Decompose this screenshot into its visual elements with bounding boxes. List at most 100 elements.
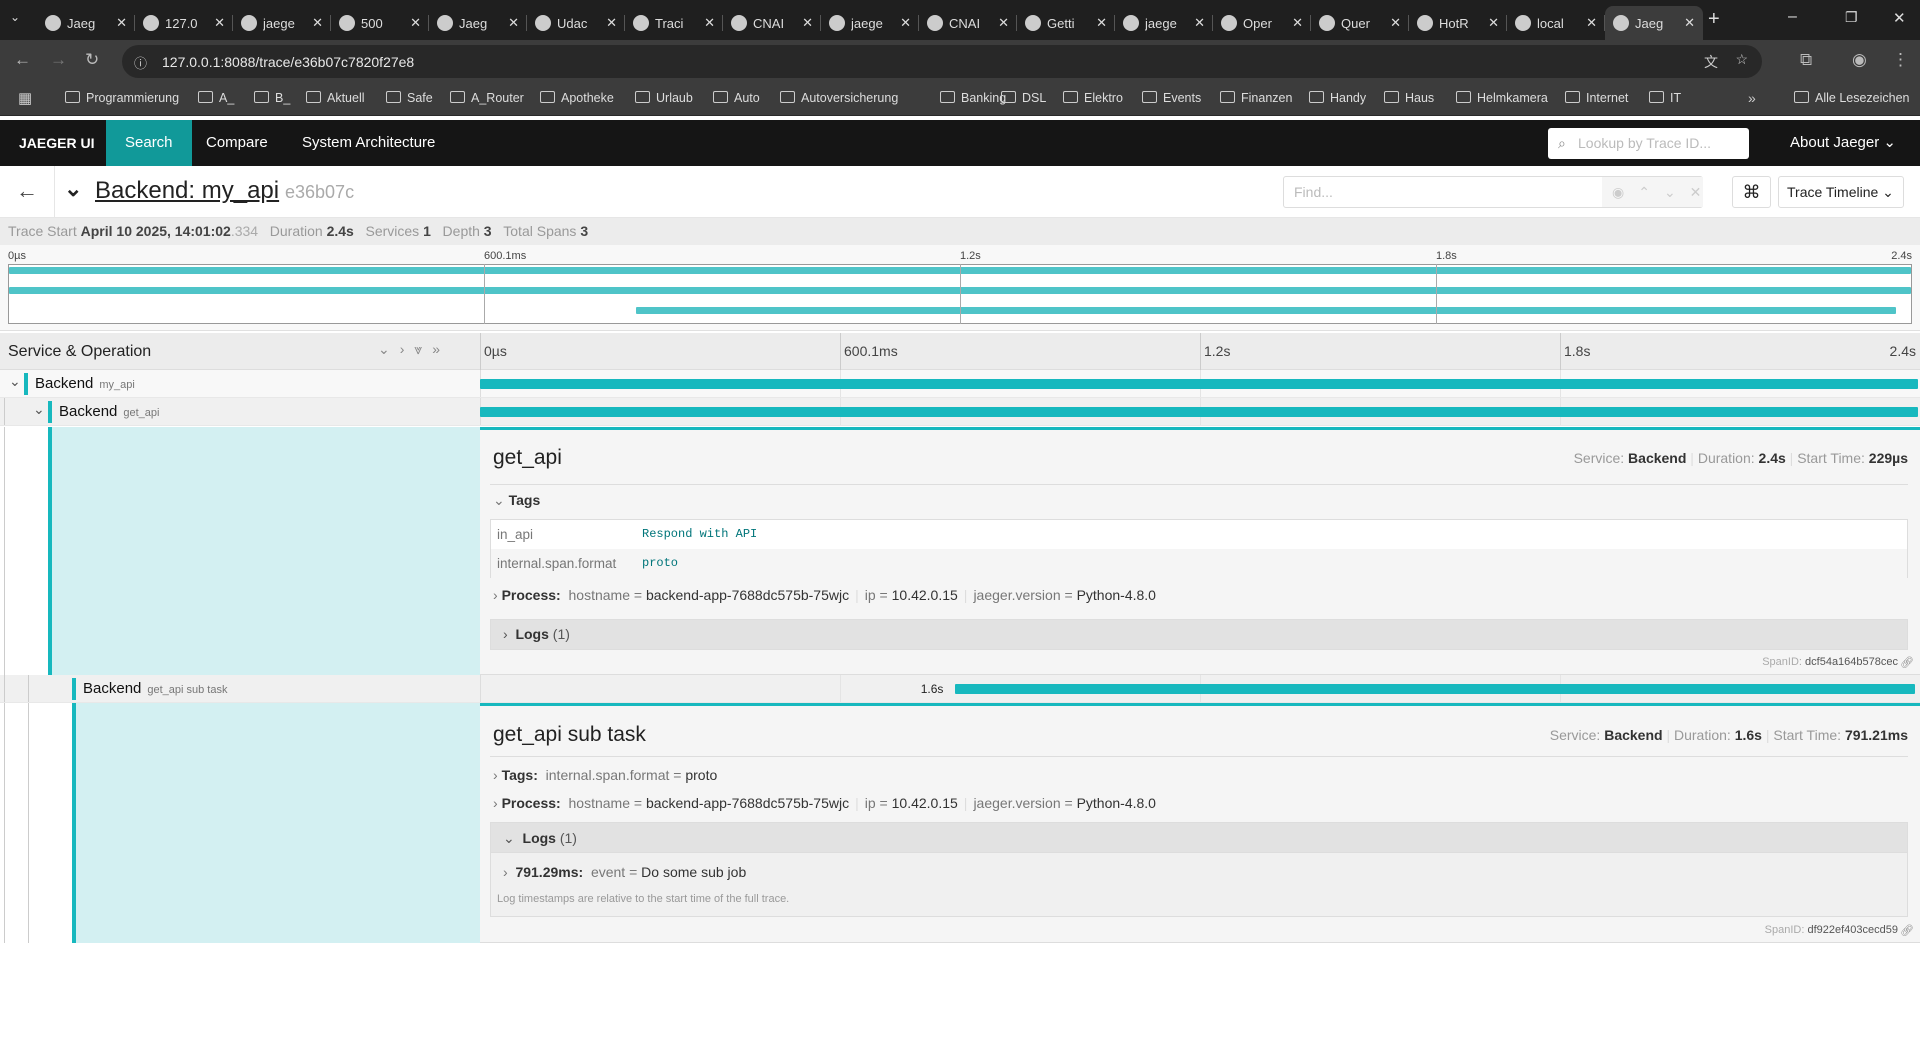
browser-tab[interactable]: HotR ✕ (1409, 6, 1507, 40)
browser-tab[interactable]: Oper ✕ (1213, 6, 1311, 40)
apps-icon[interactable]: ▦ (18, 89, 32, 107)
browser-tab[interactable]: jaege ✕ (233, 6, 331, 40)
browser-tab[interactable]: Getti ✕ (1017, 6, 1115, 40)
span-row[interactable]: ⌄ Backend get_api (0, 398, 1920, 426)
browser-tab[interactable]: CNAI ✕ (723, 6, 821, 40)
log-entry[interactable]: › 791.29ms: event = Do some sub job (503, 864, 746, 880)
extensions-icon[interactable]: ⧉ (1800, 50, 1812, 70)
logs-toggle[interactable]: › Logs (1) (490, 619, 1908, 650)
bookmark-star-icon[interactable]: ☆ (1735, 51, 1748, 68)
browser-tab[interactable]: jaege ✕ (821, 6, 919, 40)
nav-compare[interactable]: Compare (187, 120, 287, 166)
close-tab-icon[interactable]: ✕ (1684, 15, 1695, 31)
find-controls[interactable]: ◉⌃⌄✕ (1602, 177, 1703, 207)
browser-tab[interactable]: Traci ✕ (625, 6, 723, 40)
bookmark-folder[interactable]: A_Router (450, 91, 524, 105)
more-bookmarks-icon[interactable]: » (1748, 90, 1756, 106)
bookmark-folder[interactable]: Aktuell (306, 91, 365, 105)
bookmark-folder[interactable]: Internet (1565, 91, 1628, 105)
browser-tab[interactable]: Quer ✕ (1311, 6, 1409, 40)
trace-minimap[interactable]: 0µs 600.1ms 1.2s 1.8s 2.4s (0, 245, 1920, 331)
bookmark-folder[interactable]: DSL (1001, 91, 1046, 105)
browser-tab[interactable]: Jaeg ✕ (1605, 6, 1703, 40)
back-arrow-icon[interactable]: ← (16, 178, 38, 204)
url-input[interactable]: ⓘ 127.0.0.1:8088/trace/e36b07c7820f27e8 … (122, 45, 1762, 78)
span-row[interactable]: ⌄ Backend my_api (0, 370, 1920, 398)
menu-icon[interactable]: ⋮ (1892, 50, 1909, 70)
close-tab-icon[interactable]: ✕ (1194, 15, 1205, 31)
close-tab-icon[interactable]: ✕ (802, 15, 813, 31)
close-tab-icon[interactable]: ✕ (606, 15, 617, 31)
tags-toggle[interactable]: ⌄ Tags (493, 492, 540, 509)
browser-tab[interactable]: local ✕ (1507, 6, 1605, 40)
site-info-icon[interactable]: ⓘ (134, 53, 147, 72)
reload-icon[interactable]: ↻ (85, 50, 99, 70)
link-icon[interactable]: 🔗︎ (1900, 656, 1914, 669)
about-jaeger-menu[interactable]: About Jaeger ⌄ (1771, 120, 1915, 166)
bookmark-folder[interactable]: Auto (713, 91, 760, 105)
span-bar[interactable] (480, 379, 1918, 389)
browser-tab[interactable]: 127.0 ✕ (135, 6, 233, 40)
expand-collapse-controls[interactable]: ⌄›⩔» (378, 341, 450, 358)
browser-tab[interactable]: Jaeg ✕ (37, 6, 135, 40)
browser-tab[interactable]: jaege ✕ (1115, 6, 1213, 40)
profile-icon[interactable]: ◉ (1852, 50, 1867, 70)
close-tab-icon[interactable]: ✕ (1096, 15, 1107, 31)
process-section[interactable]: › Process: hostname = backend-app-7688dc… (493, 795, 1156, 811)
collapse-chevron-icon[interactable]: ⌄ (64, 176, 82, 202)
close-tab-icon[interactable]: ✕ (508, 15, 519, 31)
bookmark-folder[interactable]: Events (1142, 91, 1201, 105)
all-bookmarks[interactable]: Alle Lesezeichen (1794, 91, 1910, 105)
span-toggle-chevron-icon[interactable]: ⌄ (9, 373, 21, 390)
nav-system-architecture[interactable]: System Architecture (283, 120, 454, 166)
bookmark-folder[interactable]: Elektro (1063, 91, 1123, 105)
bookmark-folder[interactable]: Haus (1384, 91, 1434, 105)
span-bar[interactable] (480, 407, 1918, 417)
bookmark-folder[interactable]: Programmierung (65, 91, 179, 105)
restore-button[interactable]: ❐ (1845, 9, 1858, 26)
nav-search[interactable]: Search (106, 120, 192, 166)
browser-tab[interactable]: CNAI ✕ (919, 6, 1017, 40)
span-name[interactable]: Backend get_api sub task (83, 680, 228, 697)
bookmark-folder[interactable]: Apotheke (540, 91, 614, 105)
process-section[interactable]: › Process: hostname = backend-app-7688dc… (493, 587, 1156, 603)
bookmark-folder[interactable]: Helmkamera (1456, 91, 1548, 105)
span-row[interactable]: Backend get_api sub task 1.6s (0, 675, 1920, 703)
close-tab-icon[interactable]: ✕ (214, 15, 225, 31)
trace-id-lookup-input[interactable]: ⌕ Lookup by Trace ID... (1548, 128, 1749, 159)
close-tab-icon[interactable]: ✕ (704, 15, 715, 31)
keyboard-shortcuts-button[interactable]: ⌘ (1732, 176, 1771, 208)
tab-search-button[interactable]: ⌄ (10, 10, 20, 24)
span-name[interactable]: Backend get_api (59, 403, 159, 420)
close-tab-icon[interactable]: ✕ (1488, 15, 1499, 31)
bookmark-folder[interactable]: Banking (940, 91, 1006, 105)
bookmark-folder[interactable]: Urlaub (635, 91, 693, 105)
bookmark-folder[interactable]: Handy (1309, 91, 1366, 105)
close-tab-icon[interactable]: ✕ (1292, 15, 1303, 31)
browser-tab[interactable]: 500 ✕ (331, 6, 429, 40)
bookmark-folder[interactable]: Finanzen (1220, 91, 1292, 105)
span-bar[interactable] (954, 684, 1915, 694)
back-icon[interactable]: ← (14, 50, 31, 70)
trace-title[interactable]: Backend: my_api (95, 177, 279, 205)
browser-tab[interactable]: Udac ✕ (527, 6, 625, 40)
close-tab-icon[interactable]: ✕ (1390, 15, 1401, 31)
close-tab-icon[interactable]: ✕ (312, 15, 323, 31)
close-tab-icon[interactable]: ✕ (998, 15, 1009, 31)
close-tab-icon[interactable]: ✕ (410, 15, 421, 31)
close-tab-icon[interactable]: ✕ (1586, 15, 1597, 31)
translate-icon[interactable]: 文 (1704, 52, 1718, 72)
browser-tab[interactable]: Jaeg ✕ (429, 6, 527, 40)
tags-section[interactable]: › Tags: internal.span.format = proto (493, 767, 717, 783)
span-name[interactable]: Backend my_api (35, 375, 135, 392)
new-tab-button[interactable]: + (1708, 8, 1720, 31)
close-tab-icon[interactable]: ✕ (900, 15, 911, 31)
brand-logo[interactable]: JAEGER UI (0, 120, 113, 166)
bookmark-folder[interactable]: A_ (198, 91, 234, 105)
find-input[interactable]: Find... ◉⌃⌄✕ (1283, 176, 1703, 208)
close-tab-icon[interactable]: ✕ (116, 15, 127, 31)
bookmark-folder[interactable]: IT (1649, 91, 1681, 105)
logs-toggle[interactable]: ⌄ Logs (1) (491, 823, 1907, 853)
bookmark-folder[interactable]: Safe (386, 91, 433, 105)
forward-icon[interactable]: → (50, 50, 67, 70)
